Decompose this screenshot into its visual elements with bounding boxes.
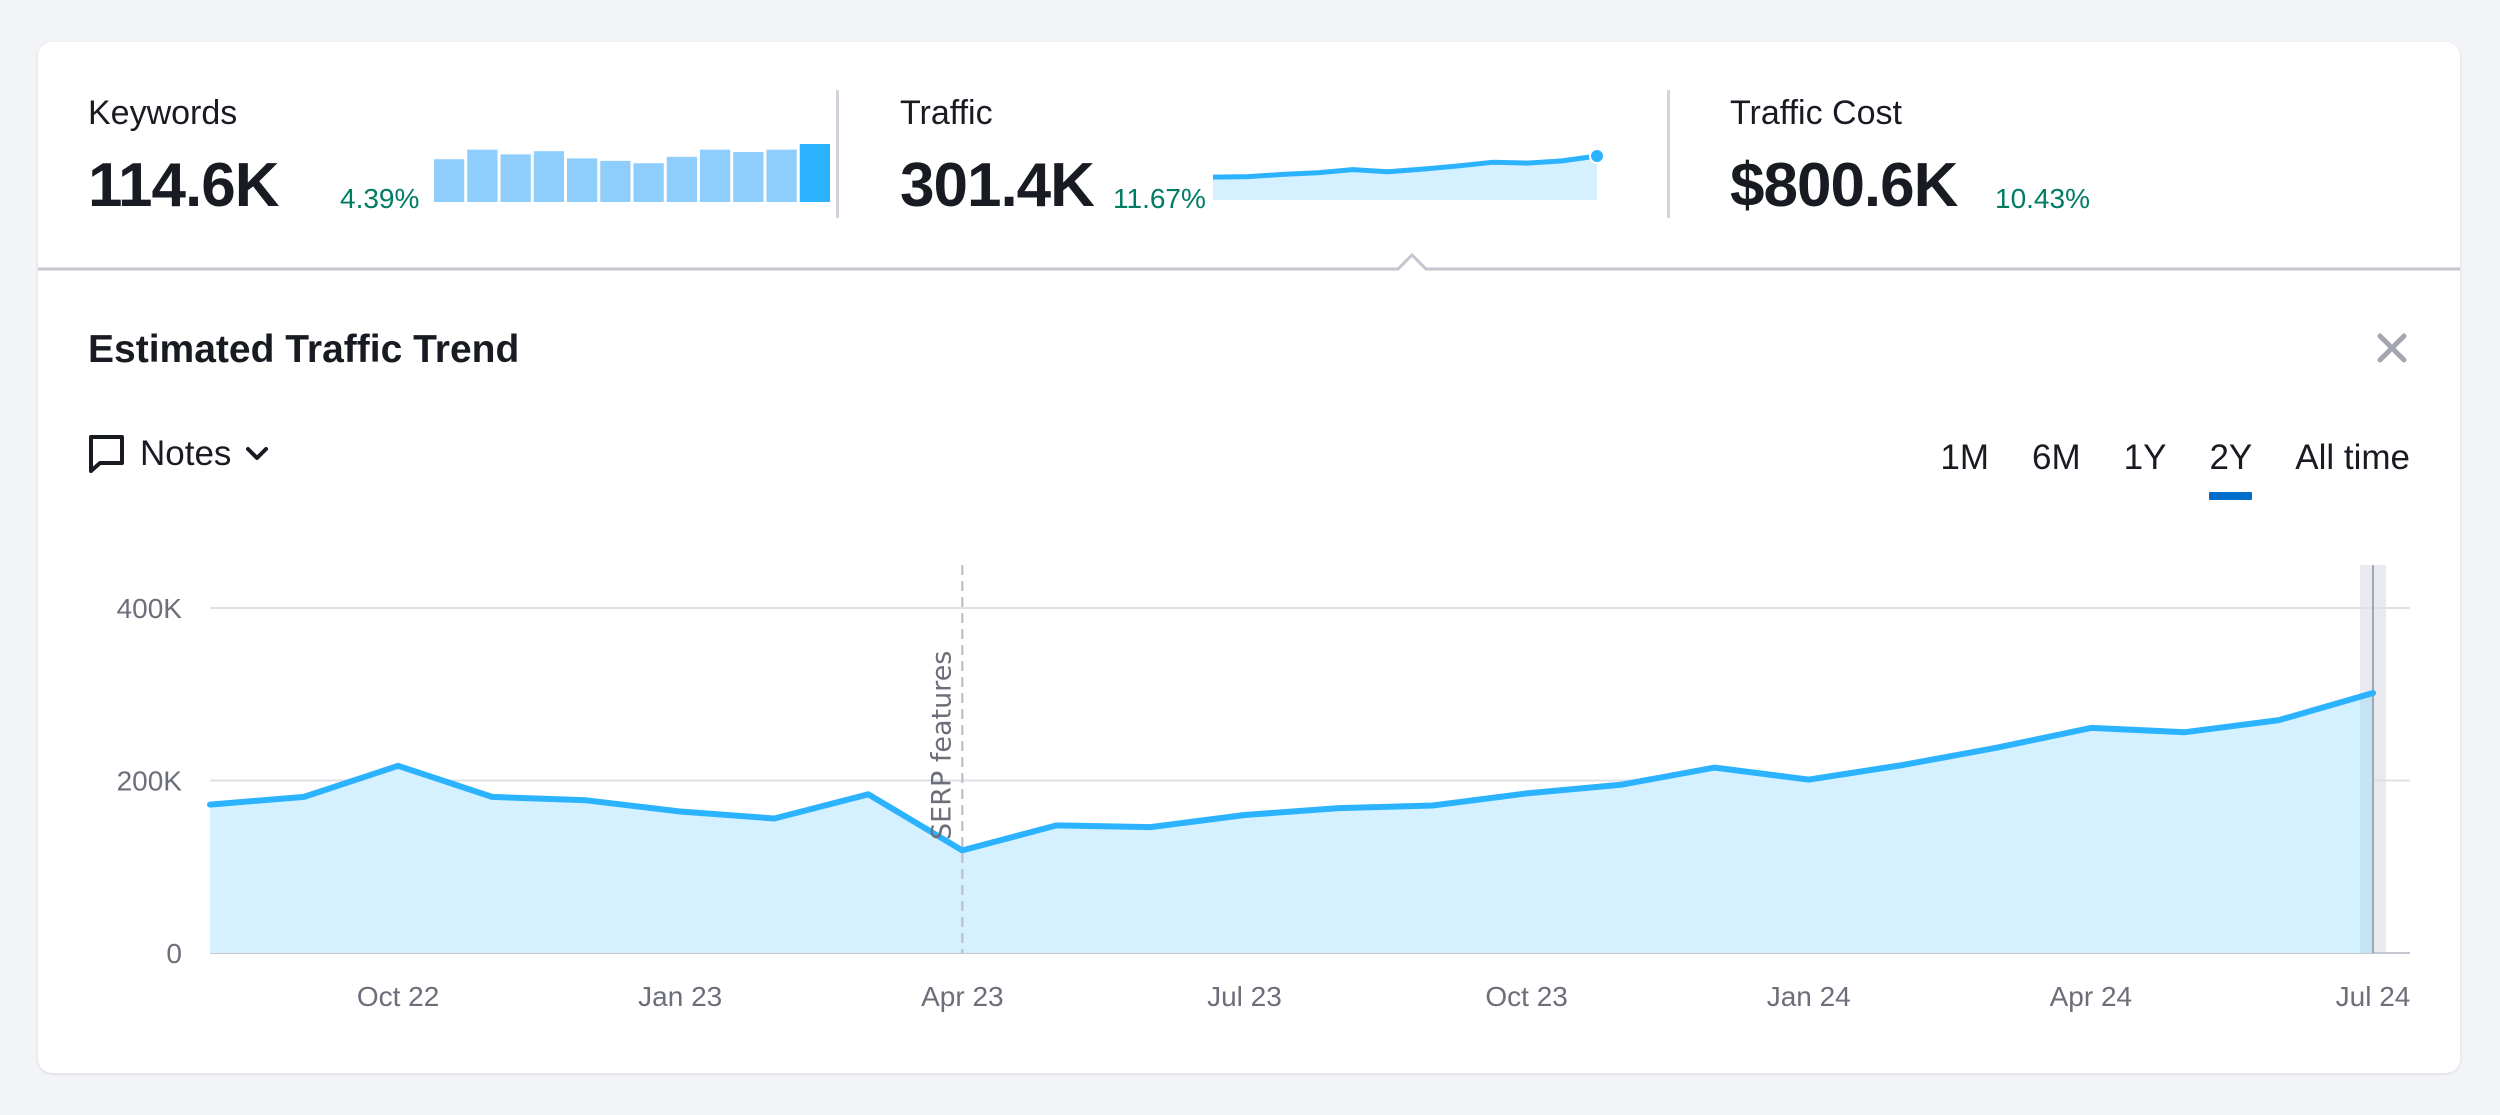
x-tick-label: Jul 24	[2336, 981, 2411, 1012]
x-tick-label: Jan 24	[1767, 981, 1851, 1012]
traffic-trend-chart: 0 200K 400K SERP features Oct 22 Jan 23 Apr 23…	[117, 565, 2411, 1012]
x-tick-label: Oct 22	[357, 981, 439, 1012]
y-tick-label: 400K	[117, 593, 183, 624]
y-tick-label: 200K	[117, 766, 183, 797]
x-tick-label: Jul 23	[1207, 981, 1282, 1012]
traffic-overview-card: Keywords 114.6K 4.39% Traffic 301.4K 11.…	[38, 42, 2460, 1073]
y-tick-label: 0	[166, 938, 182, 969]
x-tick-label: Oct 23	[1485, 981, 1567, 1012]
x-tick-label: Apr 24	[2050, 981, 2133, 1012]
highlight-overlay	[2360, 693, 2373, 953]
annotation-label: SERP features	[926, 651, 957, 840]
x-tick-label: Jan 23	[638, 981, 722, 1012]
x-tick-label: Apr 23	[921, 981, 1004, 1012]
traffic-area	[210, 693, 2373, 953]
